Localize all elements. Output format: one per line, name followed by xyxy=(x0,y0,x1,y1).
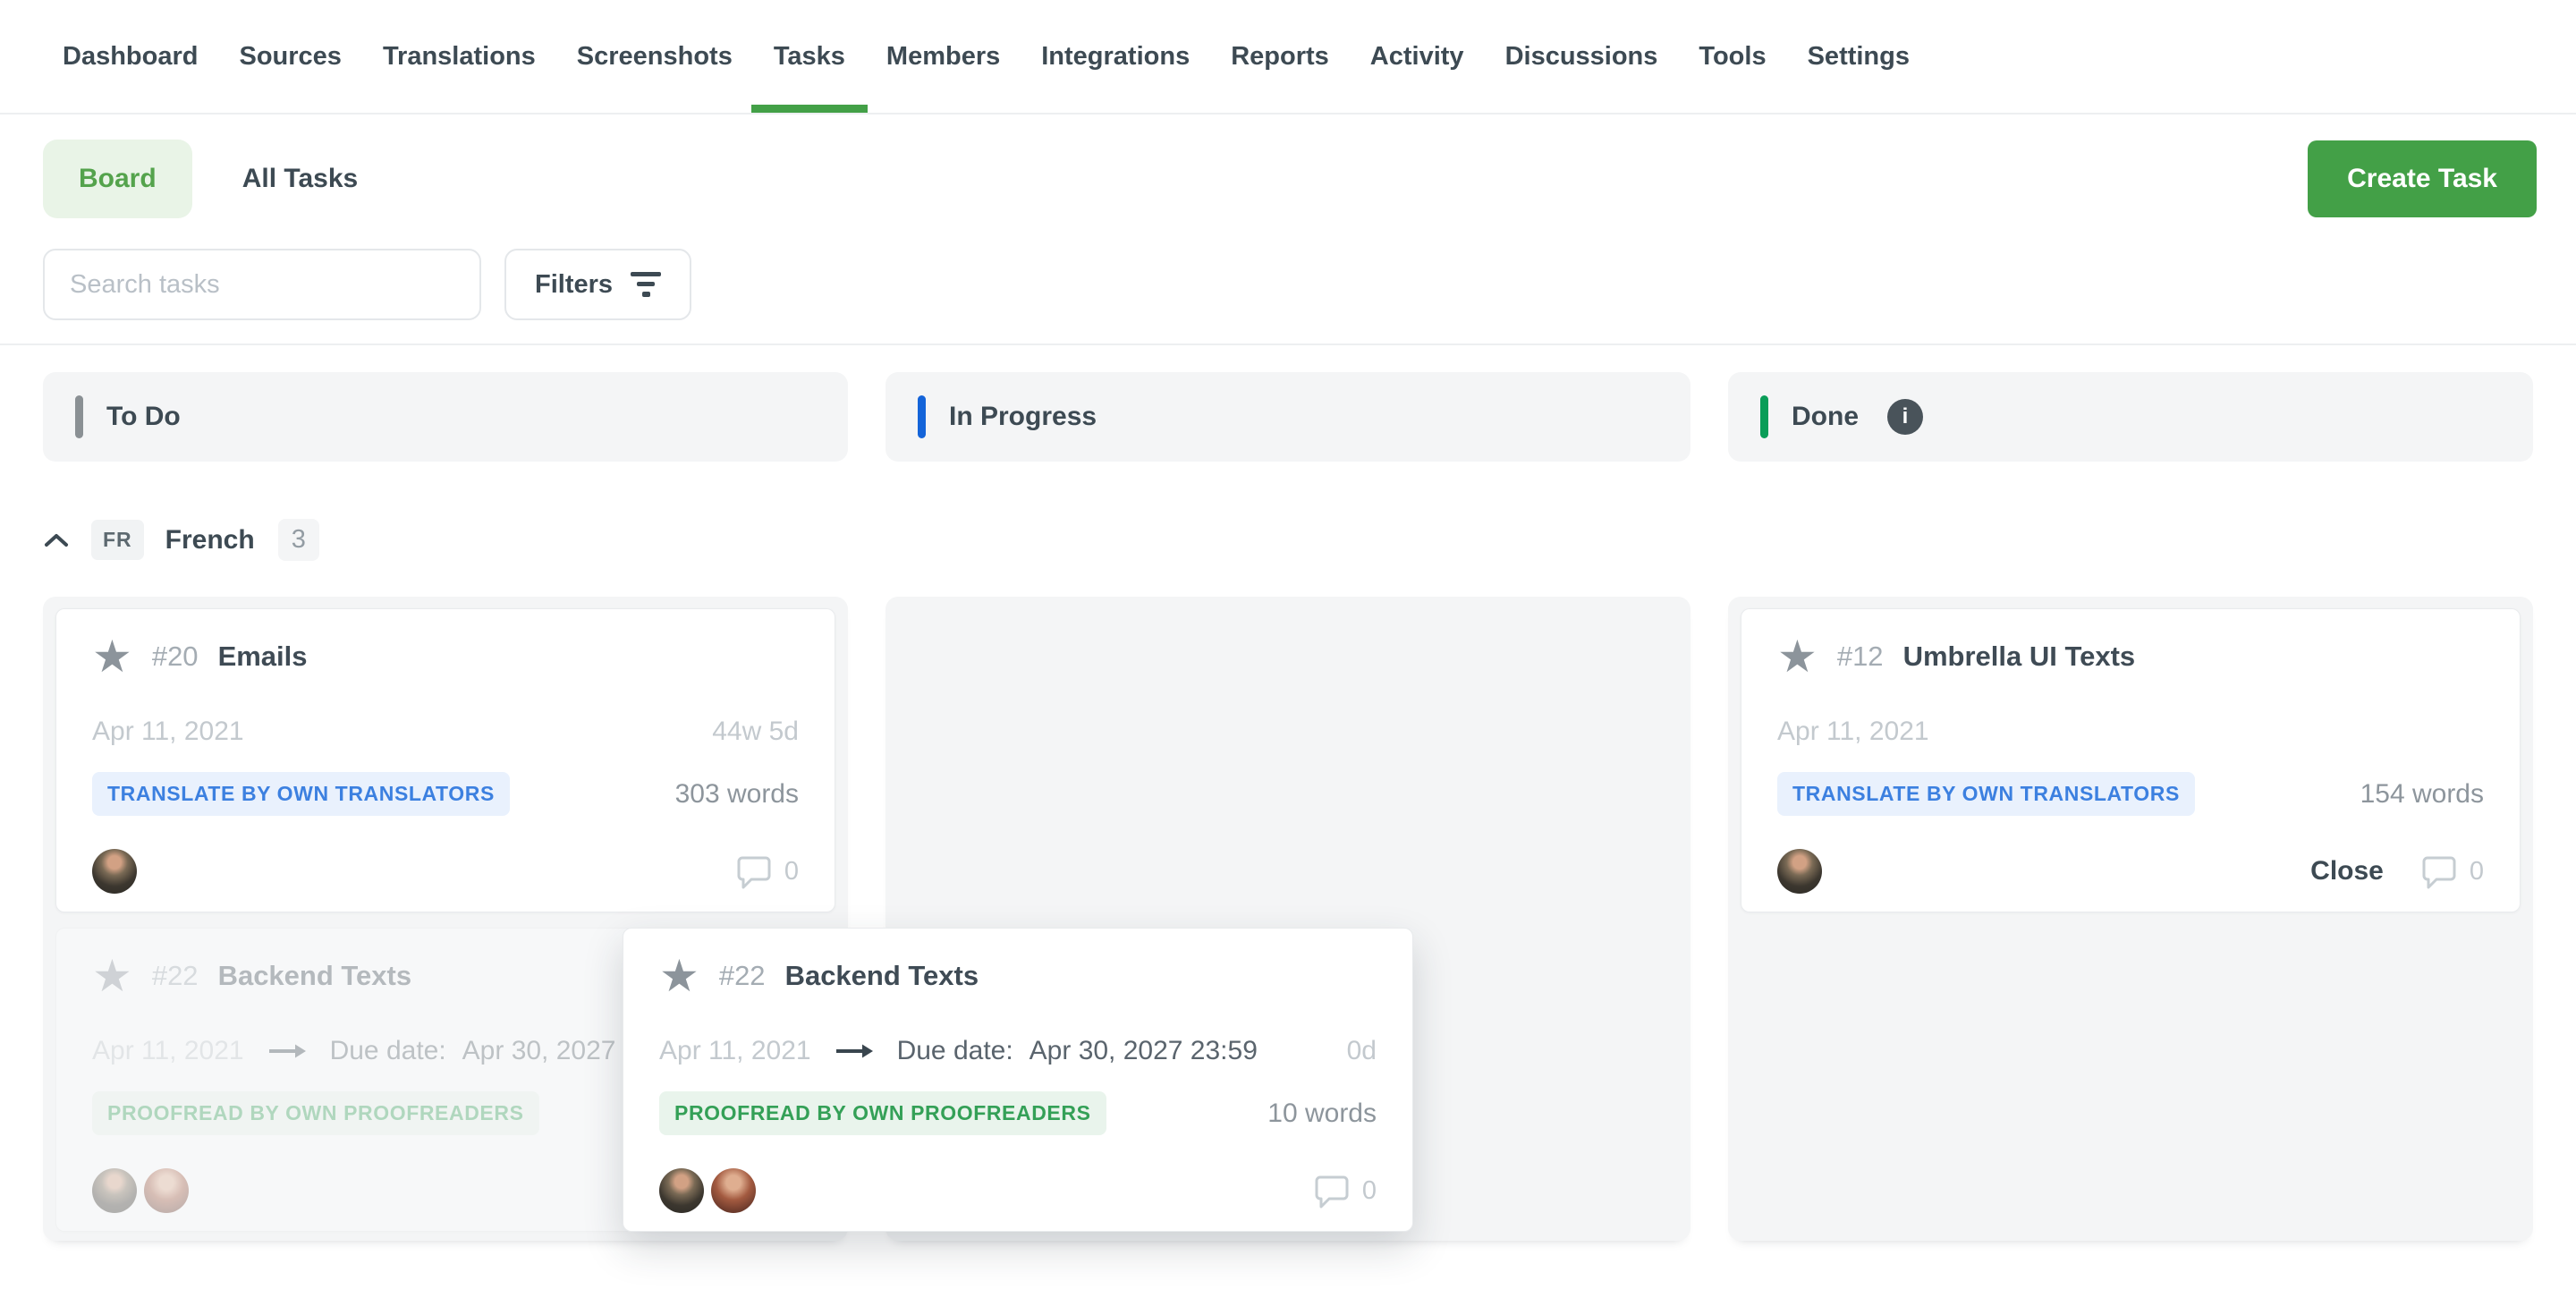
due-date-label: Due date: xyxy=(330,1036,446,1066)
avatar xyxy=(144,1168,189,1213)
task-type-badge: PROOFREAD BY OWN PROOFREADERS xyxy=(92,1091,539,1135)
column-label: Done xyxy=(1792,402,1859,432)
assignee-avatars xyxy=(92,1168,189,1213)
word-count: 10 words xyxy=(1267,1099,1377,1129)
chevron-up-icon[interactable] xyxy=(43,531,70,549)
avatar xyxy=(711,1168,756,1213)
arrow-right-icon xyxy=(267,1042,307,1060)
nav-item-settings[interactable]: Settings xyxy=(1808,0,1910,113)
column-header-todo: To Do xyxy=(43,372,848,462)
nav-item-sources[interactable]: Sources xyxy=(239,0,341,113)
star-icon[interactable]: ★ xyxy=(92,636,132,677)
nav-item-tools[interactable]: Tools xyxy=(1699,0,1766,113)
task-card-umbrella[interactable]: ★ #12 Umbrella UI Texts Apr 11, 2021 TRA… xyxy=(1741,608,2521,912)
star-icon[interactable]: ★ xyxy=(1777,636,1818,677)
comments[interactable]: 0 xyxy=(2419,853,2484,889)
task-card-emails[interactable]: ★ #20 Emails Apr 11, 2021 44w 5d TRANSLA… xyxy=(55,608,835,912)
task-count-badge: 3 xyxy=(278,519,319,561)
comments[interactable]: 0 xyxy=(734,853,799,889)
task-duration: 44w 5d xyxy=(712,717,799,747)
task-card-backend-dragged[interactable]: ★ #22 Backend Texts Apr 11, 2021 Due dat… xyxy=(623,928,1413,1232)
todo-color-bar xyxy=(75,395,83,438)
task-title: Backend Texts xyxy=(785,960,979,992)
task-type-badge: TRANSLATE BY OWN TRANSLATORS xyxy=(1777,772,2195,816)
task-title: Emails xyxy=(218,641,308,673)
board-lanes: ★ #20 Emails Apr 11, 2021 44w 5d TRANSLA… xyxy=(43,597,2533,1241)
language-group-row: FR French 3 xyxy=(0,462,2576,561)
assignee-avatars xyxy=(1777,849,1822,894)
view-tabs-row: Board All Tasks Create Task xyxy=(0,115,2576,218)
assignee-avatars xyxy=(659,1168,756,1213)
comment-icon xyxy=(734,853,772,889)
assignee-avatars xyxy=(92,849,137,894)
comment-icon xyxy=(2419,853,2457,889)
arrow-right-icon xyxy=(835,1042,874,1060)
nav-item-discussions[interactable]: Discussions xyxy=(1505,0,1658,113)
task-date: Apr 11, 2021 xyxy=(659,1036,811,1066)
column-header-done: Done i xyxy=(1728,372,2533,462)
comment-icon xyxy=(1312,1173,1350,1209)
in-progress-color-bar xyxy=(918,395,926,438)
tab-all-tasks[interactable]: All Tasks xyxy=(242,164,359,194)
task-id: #22 xyxy=(719,960,766,992)
column-label: In Progress xyxy=(949,402,1097,432)
task-id: #22 xyxy=(152,960,199,992)
word-count: 303 words xyxy=(675,779,799,810)
nav-item-screenshots[interactable]: Screenshots xyxy=(577,0,733,113)
due-date-value: Apr 30, 2027 23:59 xyxy=(1030,1036,1258,1066)
column-label: To Do xyxy=(106,402,181,432)
nav-item-members[interactable]: Members xyxy=(886,0,1000,113)
task-date: Apr 11, 2021 xyxy=(92,717,244,747)
nav-item-reports[interactable]: Reports xyxy=(1231,0,1329,113)
column-headers: To Do In Progress Done i xyxy=(0,345,2576,462)
star-icon: ★ xyxy=(92,955,132,997)
column-header-in-progress: In Progress xyxy=(886,372,1690,462)
task-date: Apr 11, 2021 xyxy=(1777,717,1929,747)
avatar xyxy=(659,1168,704,1213)
done-color-bar xyxy=(1760,395,1768,438)
star-icon[interactable]: ★ xyxy=(659,955,699,997)
comment-count: 0 xyxy=(784,857,799,887)
avatar xyxy=(92,1168,137,1213)
nav-item-translations[interactable]: Translations xyxy=(383,0,536,113)
task-type-badge: PROOFREAD BY OWN PROOFREADERS xyxy=(659,1091,1106,1135)
task-duration: 0d xyxy=(1347,1036,1377,1066)
tab-board[interactable]: Board xyxy=(43,140,192,218)
word-count: 154 words xyxy=(2360,779,2484,810)
task-title: Umbrella UI Texts xyxy=(1903,641,2136,673)
create-task-button[interactable]: Create Task xyxy=(2308,140,2537,217)
search-input[interactable] xyxy=(43,249,481,320)
avatar xyxy=(1777,849,1822,894)
task-type-badge: TRANSLATE BY OWN TRANSLATORS xyxy=(92,772,510,816)
comments[interactable]: 0 xyxy=(1312,1173,1377,1209)
comment-count: 0 xyxy=(2470,857,2484,887)
task-id: #20 xyxy=(152,641,199,673)
nav-item-activity[interactable]: Activity xyxy=(1370,0,1464,113)
top-nav: Dashboard Sources Translations Screensho… xyxy=(0,0,2576,115)
task-id: #12 xyxy=(1837,641,1884,673)
nav-item-tasks[interactable]: Tasks xyxy=(774,0,845,113)
language-name: French xyxy=(165,525,255,556)
filter-icon xyxy=(631,272,661,297)
task-title: Backend Texts xyxy=(218,960,412,992)
nav-item-dashboard[interactable]: Dashboard xyxy=(63,0,198,113)
close-action[interactable]: Close xyxy=(2310,856,2384,887)
due-date-label: Due date: xyxy=(897,1036,1013,1066)
info-icon[interactable]: i xyxy=(1887,399,1923,435)
filters-button[interactable]: Filters xyxy=(504,249,691,320)
search-row: Filters xyxy=(0,218,2576,320)
task-date: Apr 11, 2021 xyxy=(92,1036,244,1066)
avatar xyxy=(92,849,137,894)
lane-done: ★ #12 Umbrella UI Texts Apr 11, 2021 TRA… xyxy=(1728,597,2533,1241)
filters-label: Filters xyxy=(535,270,613,300)
comment-count: 0 xyxy=(1362,1176,1377,1206)
nav-item-integrations[interactable]: Integrations xyxy=(1041,0,1190,113)
language-code-badge: FR xyxy=(91,520,144,560)
